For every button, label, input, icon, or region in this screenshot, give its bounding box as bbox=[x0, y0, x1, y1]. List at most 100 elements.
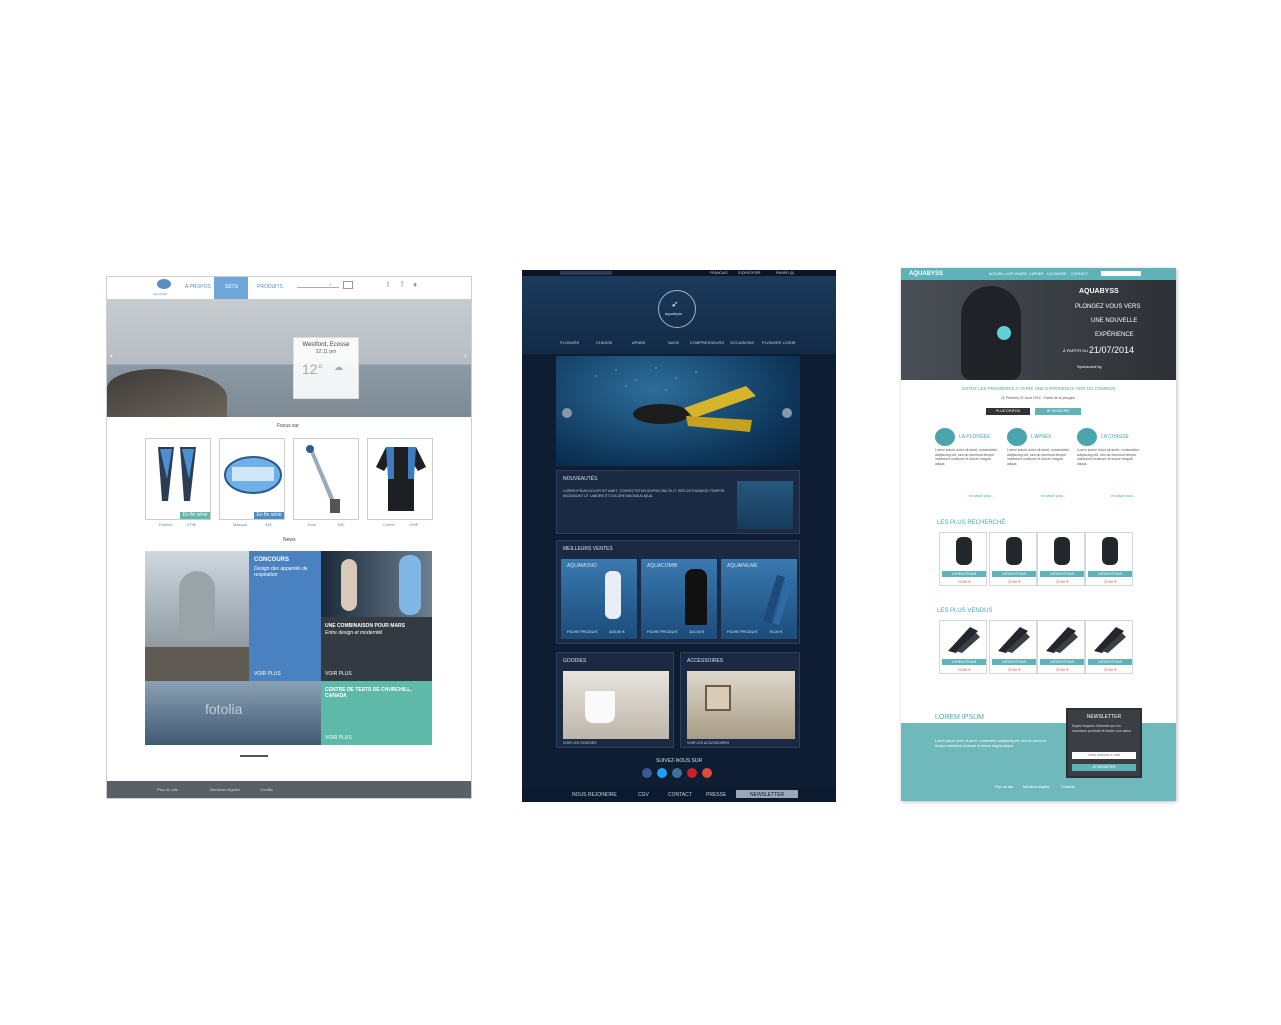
nav-accueil[interactable]: ACCUEIL bbox=[989, 272, 1004, 276]
newsletter-email-input[interactable]: Votre adresse e-mail bbox=[1072, 752, 1136, 759]
vente-cta[interactable]: FICHE PRODUIT bbox=[567, 629, 598, 634]
vente-card[interactable]: AQUAMONO FICHE PRODUIT 428,00 € bbox=[561, 559, 637, 639]
footer-contacts[interactable]: Contacts bbox=[1061, 785, 1075, 789]
menu-plongee-loisir[interactable]: PLONGÉE LOISIR bbox=[762, 340, 796, 345]
accessoires-image[interactable] bbox=[687, 671, 795, 739]
card-price: 79,60 € bbox=[957, 579, 971, 584]
vente-cta[interactable]: FICHE PRODUIT bbox=[647, 629, 678, 634]
combi-more[interactable]: VOIR PLUS bbox=[325, 671, 352, 677]
slider-dots[interactable] bbox=[254, 409, 324, 422]
concours-more[interactable]: VOIR PLUS bbox=[254, 671, 281, 677]
hero-slider bbox=[556, 356, 800, 466]
menu-occasions[interactable]: OCCASIONS bbox=[730, 340, 754, 345]
slider-next-arrow[interactable]: › bbox=[464, 351, 467, 360]
newsletter-submit-button[interactable]: JE M'INSCRIS bbox=[1072, 764, 1136, 771]
top-search-input[interactable] bbox=[560, 271, 612, 275]
menu-apnee[interactable]: APNÉE bbox=[632, 340, 646, 345]
googleplus-icon[interactable] bbox=[702, 768, 712, 778]
cart-link[interactable]: PANIER (0) bbox=[776, 271, 794, 275]
card-price: 79,60 € bbox=[1103, 579, 1117, 584]
nav-apnee[interactable]: L'APNÉE bbox=[1029, 272, 1043, 276]
search-icon[interactable]: ⌕ bbox=[329, 282, 332, 288]
vente-card[interactable]: AQUAPALME FICHE PRODUIT 76,00 € bbox=[721, 559, 797, 639]
footer-mentions[interactable]: Mentions légales bbox=[210, 787, 240, 792]
product-card[interactable] bbox=[367, 438, 433, 520]
footer-rejoindre[interactable]: NOUS REJOINDRE bbox=[572, 792, 617, 798]
social-icons bbox=[642, 768, 722, 780]
login-link[interactable]: S'IDENTIFIER bbox=[738, 271, 760, 275]
product-card[interactable] bbox=[293, 438, 359, 520]
vente-name: AQUACOMBI bbox=[647, 563, 678, 569]
accessoires-cta[interactable]: VOIR LES ACCESSOIRES bbox=[687, 741, 729, 745]
facebook-icon[interactable]: f bbox=[401, 281, 403, 289]
churchill-panel[interactable]: CENTRE DE TESTS DE CHURCHILL, CANADA VOI… bbox=[321, 681, 432, 745]
slider-next-button[interactable] bbox=[782, 408, 792, 418]
footer-plan[interactable]: Plan du site bbox=[157, 787, 178, 792]
mail-icon[interactable] bbox=[343, 281, 353, 289]
nouveautes-image[interactable] bbox=[737, 481, 793, 529]
twitter-t-icon[interactable]: t bbox=[387, 281, 389, 289]
fins-image bbox=[998, 627, 1030, 653]
concours-panel[interactable]: CONCOURS Design des appareils de respira… bbox=[249, 551, 321, 681]
news-grid: CONCOURS Design des appareils de respira… bbox=[145, 551, 432, 745]
product-card[interactable]: LOREM IPSUM 79,60 € bbox=[1037, 620, 1085, 674]
product-card[interactable]: En fin série bbox=[145, 438, 211, 520]
footer-plan[interactable]: Plan du site bbox=[995, 785, 1013, 789]
menu-plongee[interactable]: PLONGÉE bbox=[560, 340, 579, 345]
product-card[interactable]: LOREM IPSUM 79,60 € bbox=[989, 620, 1037, 674]
mockup-dark-site: FRANCAIS S'IDENTIFIER PANIER (0) aquabys… bbox=[522, 270, 836, 802]
presenter-figure bbox=[341, 559, 357, 611]
nav-apropos[interactable]: A PROPOS bbox=[185, 284, 211, 290]
section-more[interactable]: en savoir plus... bbox=[969, 494, 994, 498]
logo-circle[interactable]: aquabyss ➶ bbox=[658, 290, 696, 328]
nav-contact[interactable]: CONTACT bbox=[1071, 272, 1088, 276]
footer-newsletter[interactable]: NEWSLETTER bbox=[750, 792, 784, 798]
slider-prev-arrow[interactable]: ‹ bbox=[110, 351, 113, 360]
inscription-button[interactable]: JE M'INSCRIS bbox=[1035, 408, 1081, 415]
slider-prev-button[interactable] bbox=[562, 408, 572, 418]
search-input[interactable] bbox=[1101, 271, 1141, 276]
product-card[interactable]: LOREM IPSUM 79,60 € bbox=[1037, 532, 1085, 586]
vente-cta[interactable]: FICHE PRODUIT bbox=[727, 629, 758, 634]
product-card[interactable]: LOREM IPSUM 79,60 € bbox=[989, 532, 1037, 586]
section-more[interactable]: en savoir plus... bbox=[1111, 494, 1136, 498]
goodies-cta[interactable]: VOIR LES GOODIES bbox=[563, 741, 596, 745]
nav-sets[interactable]: SETS bbox=[225, 284, 238, 290]
bird-icon[interactable]: ♦ bbox=[413, 281, 417, 289]
nouveautes-title: NOUVEAUTÉS bbox=[563, 476, 598, 482]
footer-mentions[interactable]: Mentions légales bbox=[1023, 785, 1049, 789]
logo-text[interactable]: AQUABYSS bbox=[909, 271, 943, 277]
footer-presse[interactable]: PRESSE bbox=[706, 792, 726, 798]
menu-compresseurs[interactable]: COMPRESSEURS bbox=[690, 340, 724, 345]
footer-contact[interactable]: CONTACT bbox=[668, 792, 692, 798]
footer-cgv[interactable]: CGV bbox=[638, 792, 649, 798]
vente-card[interactable]: AQUACOMBI FICHE PRODUIT 114,00 € bbox=[641, 559, 717, 639]
pinterest-icon[interactable] bbox=[687, 768, 697, 778]
facebook-icon[interactable] bbox=[642, 768, 652, 778]
nav-produits[interactable]: PRODUITS bbox=[257, 284, 283, 290]
search-input[interactable] bbox=[297, 287, 339, 288]
bottom-title: LOREM IPSUM bbox=[935, 714, 985, 721]
menu-nage[interactable]: NAGE bbox=[668, 340, 679, 345]
product-card[interactable]: LOREM IPSUM 79,60 € bbox=[939, 620, 987, 674]
logo-icon[interactable] bbox=[157, 279, 171, 289]
combi-panel[interactable]: UNE COMBINAISON POUR MARS Entre design e… bbox=[321, 617, 432, 681]
nav-plongee[interactable]: LA PLONGÉE bbox=[1005, 272, 1027, 276]
menu-chasse[interactable]: CHASSE bbox=[596, 340, 612, 345]
lang-link[interactable]: FRANCAIS bbox=[710, 271, 728, 275]
product-card[interactable]: LOREM IPSUM 79,60 € bbox=[1085, 620, 1133, 674]
product-card[interactable]: En fin série bbox=[219, 438, 285, 520]
product-card[interactable]: LOREM IPSUM 79,60 € bbox=[1085, 532, 1133, 586]
footer-credits[interactable]: Credits bbox=[260, 787, 273, 792]
instagram-icon[interactable] bbox=[672, 768, 682, 778]
plus-infos-button[interactable]: PLUS D'INFOS bbox=[986, 408, 1030, 415]
news-scrollbar[interactable] bbox=[240, 755, 268, 757]
twitter-icon[interactable] bbox=[657, 768, 667, 778]
product-card[interactable]: LOREM IPSUM 79,60 € bbox=[939, 532, 987, 586]
section-more[interactable]: en savoir plus... bbox=[1041, 494, 1066, 498]
goodies-image[interactable] bbox=[563, 671, 669, 739]
churchill-more[interactable]: VOIR PLUS bbox=[325, 735, 352, 741]
tagline-sub: (À Présent) 21 Aout 2014 · Partie de la … bbox=[1001, 396, 1076, 400]
nav-chasse[interactable]: LA CHASSE bbox=[1047, 272, 1066, 276]
box-image bbox=[705, 685, 731, 711]
